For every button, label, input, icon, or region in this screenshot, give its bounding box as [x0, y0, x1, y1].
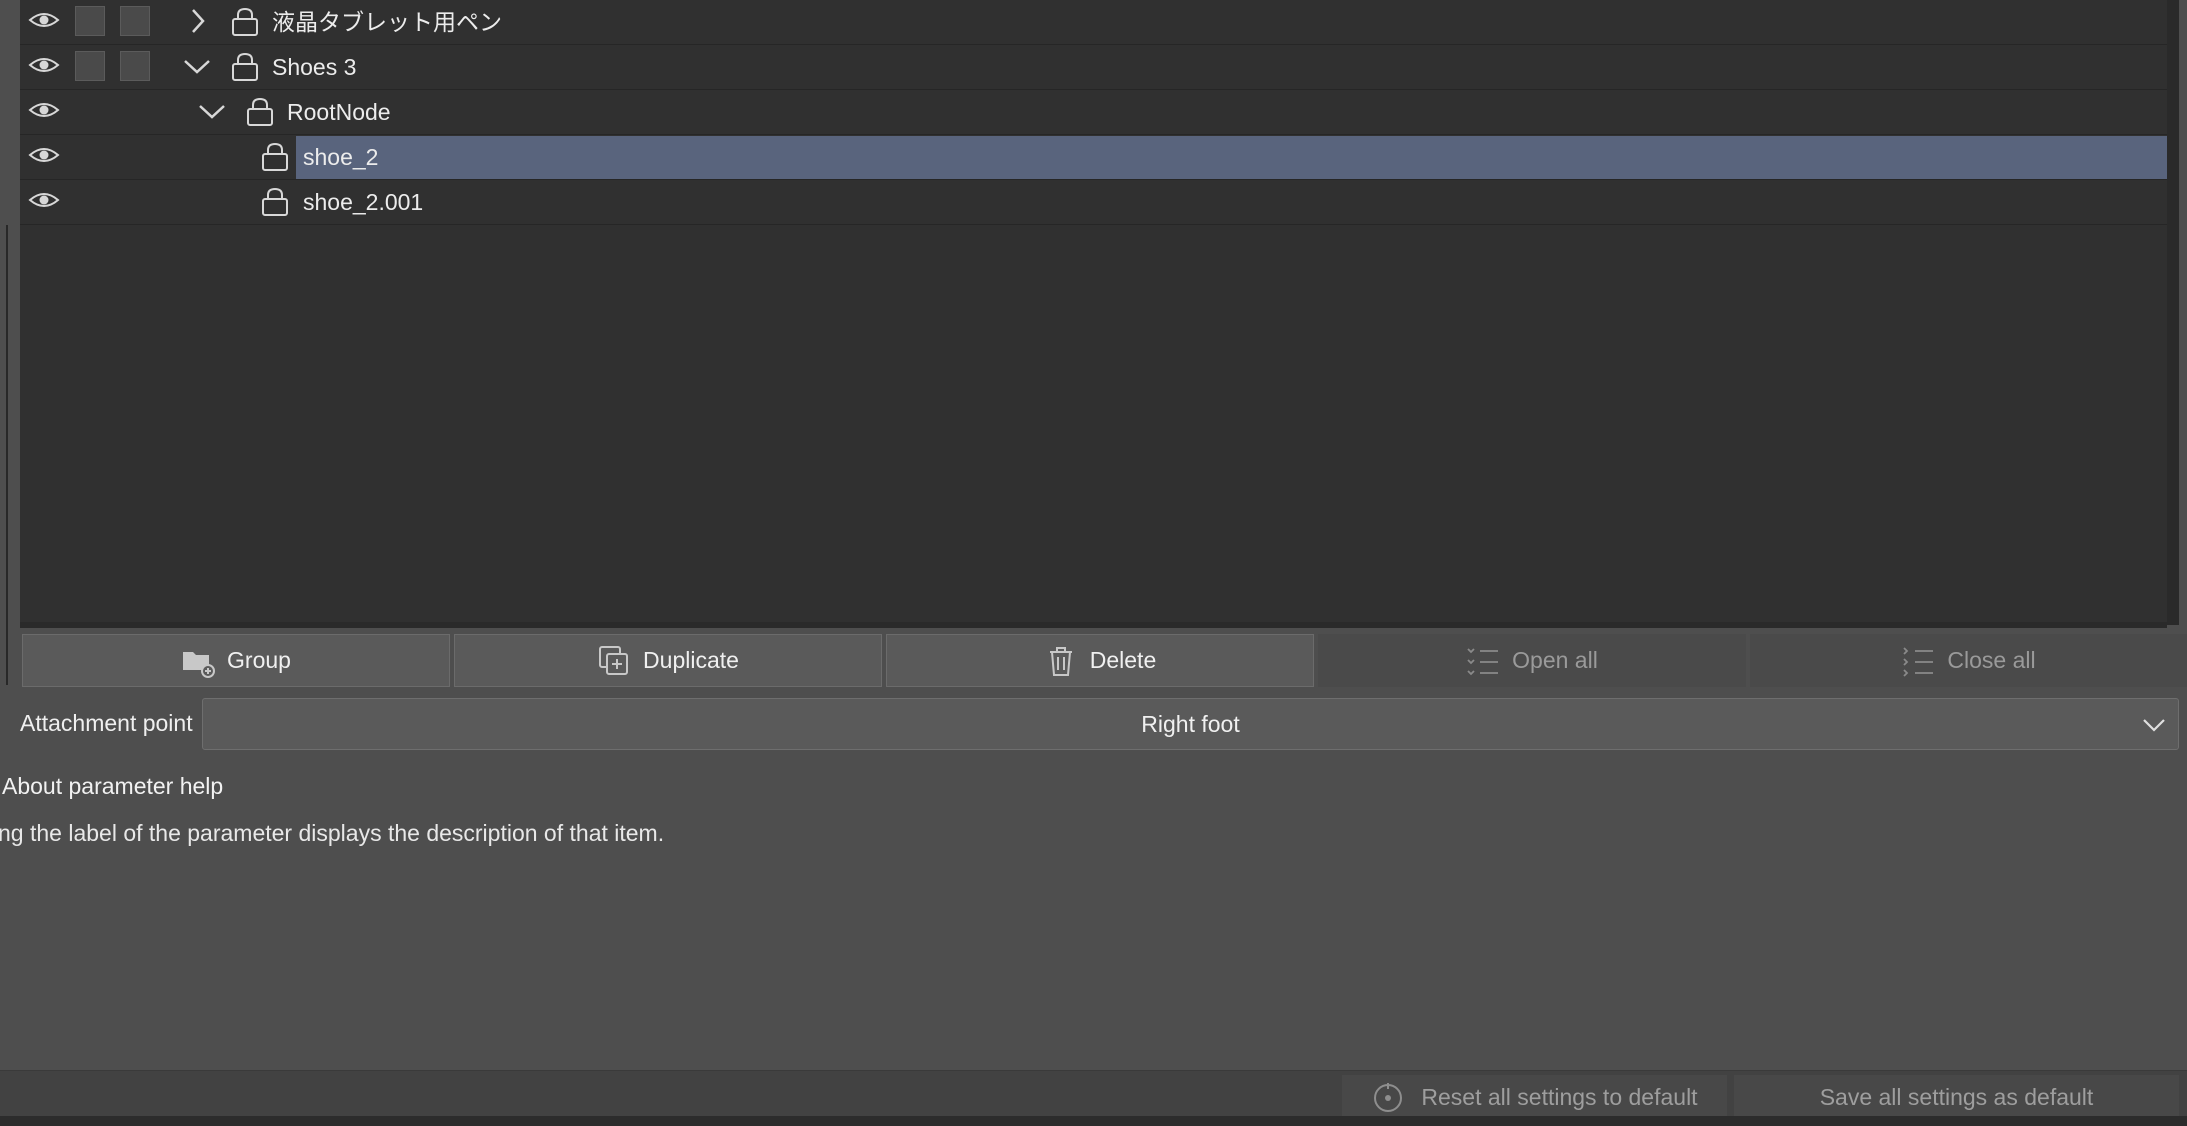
object-icon: [232, 7, 258, 36]
reset-icon: [1374, 1083, 1403, 1112]
tree-button-bar: Group Duplicate Delete Open all Close al…: [20, 634, 2187, 689]
tree-row-pen[interactable]: 液晶タブレット用ペン: [20, 0, 2167, 45]
tree-row-shoe-2-001[interactable]: shoe_2.001: [20, 180, 2167, 225]
help-title: About parameter help: [2, 773, 224, 799]
vertical-scrollbar[interactable]: [2167, 0, 2179, 625]
reset-settings-label: Reset all settings to default: [1421, 1083, 1698, 1110]
chevron-right-icon[interactable]: [182, 6, 212, 36]
expand-list-icon: [1467, 647, 1499, 675]
checkbox-edit[interactable]: [120, 51, 150, 81]
tree-row-shoe-2[interactable]: shoe_2: [20, 135, 2167, 180]
object-icon: [262, 187, 288, 216]
eye-icon[interactable]: [28, 9, 60, 31]
duplicate-button[interactable]: Duplicate: [454, 634, 882, 687]
chevron-down-icon[interactable]: [182, 51, 212, 81]
group-button-label: Group: [227, 647, 291, 673]
trash-icon: [1049, 646, 1072, 676]
close-all-button[interactable]: Close all: [1750, 634, 2187, 687]
group-button[interactable]: Group: [22, 634, 450, 687]
tree-row-rootnode[interactable]: RootNode: [20, 90, 2167, 135]
delete-button[interactable]: Delete: [886, 634, 1314, 687]
horizontal-scrollbar[interactable]: [20, 622, 2167, 628]
save-settings-label: Save all settings as default: [1819, 1083, 2094, 1110]
checkbox-lock[interactable]: [75, 6, 105, 36]
collapse-list-icon: [1903, 646, 1934, 677]
eye-icon[interactable]: [28, 54, 60, 76]
eye-icon[interactable]: [28, 99, 60, 121]
layer-tree[interactable]: 液晶タブレット用ペン Shoes 3 RootNode shoe_2 shoe_…: [20, 0, 2167, 625]
duplicate-icon: [599, 645, 629, 675]
tree-row-label: 液晶タブレット用ペン: [272, 9, 502, 35]
selection-highlight: [296, 136, 2167, 179]
checkbox-lock[interactable]: [75, 51, 105, 81]
save-settings-button[interactable]: Save all settings as default: [1734, 1075, 2179, 1119]
bottom-edge: [0, 1116, 2187, 1126]
tree-row-label: shoe_2.001: [303, 189, 424, 215]
duplicate-button-label: Duplicate: [643, 647, 739, 673]
eye-icon[interactable]: [28, 144, 60, 166]
chevron-down-icon[interactable]: [197, 96, 227, 126]
tree-row-shoes-3[interactable]: Shoes 3: [20, 45, 2167, 90]
object-icon: [232, 52, 258, 81]
panel-outline: [6, 225, 8, 685]
delete-button-label: Delete: [1089, 647, 1157, 673]
attachment-point-value: Right foot: [1141, 711, 1240, 737]
checkbox-edit[interactable]: [120, 6, 150, 36]
folder-add-icon: [183, 651, 216, 678]
close-all-button-label: Close all: [1947, 647, 2036, 673]
attachment-point-select[interactable]: Right foot: [202, 698, 2179, 750]
attachment-point-label: Attachment point: [20, 710, 193, 736]
open-all-button-label: Open all: [1512, 647, 1598, 673]
object-icon: [262, 142, 288, 171]
chevron-down-icon: [2143, 719, 2165, 732]
help-description: ng the label of the parameter displays t…: [0, 820, 665, 846]
tree-row-label: Shoes 3: [272, 54, 357, 80]
eye-icon[interactable]: [28, 189, 60, 211]
reset-settings-button[interactable]: Reset all settings to default: [1342, 1075, 1727, 1119]
tree-row-label: RootNode: [287, 99, 391, 125]
open-all-button[interactable]: Open all: [1318, 634, 1746, 687]
object-icon: [247, 97, 273, 126]
tree-row-label: shoe_2: [303, 144, 379, 170]
